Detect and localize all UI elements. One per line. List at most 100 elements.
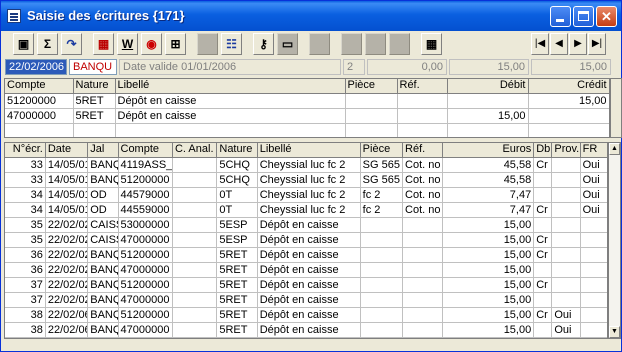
entry-cell[interactable]: 5RET	[73, 108, 116, 124]
calculator-button[interactable]: ▦	[421, 33, 442, 55]
journal-grid-scrollbar[interactable]: ▲ ▼	[608, 142, 621, 339]
journal-col-header[interactable]: Prov.	[551, 143, 581, 158]
journal-cell	[580, 277, 607, 293]
entry-cell[interactable]: 51200000	[5, 93, 74, 109]
journal-col-header[interactable]: Jal	[87, 143, 119, 158]
journal-row[interactable]: 3622/02/02BANQ47000000 5RETDépôt en caiss…	[5, 262, 607, 278]
col-debit[interactable]: Débit	[447, 79, 529, 94]
journal-col-header[interactable]: C. Anal.	[172, 143, 218, 158]
minimize-button[interactable]	[550, 6, 571, 27]
journal-cell: 51200000	[118, 247, 173, 263]
last-record-button[interactable]: ▶|	[588, 33, 606, 55]
journal-col-header[interactable]: Db	[533, 143, 553, 158]
first-record-button[interactable]: |◀	[531, 33, 549, 55]
entry-cell[interactable]	[397, 123, 448, 137]
entry-cell[interactable]	[528, 108, 609, 124]
entry-row[interactable]	[5, 123, 609, 137]
journal-cell	[360, 322, 404, 338]
entry-row[interactable]: 47000000 5RET Dépôt en caisse 15,00	[5, 108, 609, 124]
journal-cell: Cot. no	[402, 202, 444, 218]
col-credit[interactable]: Crédit	[528, 79, 609, 94]
journal-col-header[interactable]: Libellé	[257, 143, 361, 158]
save-button[interactable]: ▣	[13, 33, 34, 55]
journal-cell	[580, 322, 607, 338]
col-libelle[interactable]: Libellé	[115, 79, 346, 94]
entry-cell[interactable]: Dépôt en caisse	[115, 93, 346, 109]
journal-cell	[360, 247, 404, 263]
col-nature[interactable]: Nature	[73, 79, 116, 94]
journal-row[interactable]: 3822/02/06BANQ51200000 5RETDépôt en caiss…	[5, 307, 607, 323]
redo-button[interactable]: ↷	[61, 33, 82, 55]
prev-record-button[interactable]: ◀	[550, 33, 568, 55]
entry-grid[interactable]: Compte Nature Libellé Pièce Réf. Débit C…	[4, 78, 610, 138]
journal-row[interactable]: 3522/02/02CAISS47000000 5ESPDépôt en cais…	[5, 232, 607, 248]
journal-row[interactable]: 3314/05/01BANQ4119ASS_ 5CHQCheyssial luc …	[5, 157, 607, 173]
entry-cell[interactable]: 15,00	[447, 108, 529, 124]
entry-cell[interactable]	[5, 123, 74, 137]
journal-row[interactable]: 3722/02/02BANQ47000000 5RETDépôt en caiss…	[5, 292, 607, 308]
journal-cell: 51200000	[118, 172, 173, 188]
entry-cell[interactable]: 15,00	[528, 93, 609, 109]
entry-cell[interactable]	[345, 123, 398, 137]
entry-cell[interactable]	[397, 108, 448, 124]
maximize-button[interactable]	[573, 6, 594, 27]
journal-cell	[551, 217, 581, 233]
journal-col-header[interactable]: Euros	[442, 143, 535, 158]
entry-cell[interactable]: Dépôt en caisse	[115, 108, 346, 124]
entry-cell[interactable]	[73, 123, 116, 137]
entry-cell[interactable]	[345, 108, 398, 124]
journal-grid[interactable]: N°écr. Date Jal Compte C. Anal. Nature Libellé…	[4, 142, 608, 339]
date-field[interactable]: 22/02/2006	[5, 59, 67, 75]
entry-row[interactable]: 51200000 5RET Dépôt en caisse 15,00	[5, 93, 609, 109]
entry-cell[interactable]	[115, 123, 346, 137]
entry-cell[interactable]	[447, 93, 529, 109]
journal-row[interactable]: 3822/02/06BANQ47000000 5RETDépôt en caiss…	[5, 322, 607, 338]
journal-col-header[interactable]: N°écr.	[5, 143, 46, 158]
view-button[interactable]: ◉	[141, 33, 162, 55]
scroll-up-button[interactable]: ▲	[609, 143, 620, 155]
key-button[interactable]: ⚷	[253, 33, 274, 55]
journal-row[interactable]: 34 14/05/01 OD 44559000 0T Cheyssial luc fc 2…	[5, 202, 607, 218]
entry-cell[interactable]	[345, 93, 398, 109]
journal-cell	[580, 232, 607, 248]
grid-button[interactable]: ▦	[93, 33, 114, 55]
title-bar[interactable]: Saisie des écritures {171} ✕	[1, 1, 621, 31]
journal-cell: Cr	[533, 232, 553, 248]
journal-row[interactable]: 3522/02/02CAISS53000000 5ESPDépôt en cais…	[5, 217, 607, 233]
entry-grid-scrollbar[interactable]	[610, 78, 622, 138]
entry-cell[interactable]	[447, 123, 529, 137]
journal-cell: 5ESP	[216, 217, 258, 233]
entry-cell[interactable]	[528, 123, 609, 137]
scroll-down-button[interactable]: ▼	[609, 326, 620, 338]
journal-row[interactable]: 3314/05/01BANQ51200000 5CHQCheyssial luc …	[5, 172, 607, 188]
journal-row[interactable]: 3622/02/02BANQ51200000 5RETDépôt en caiss…	[5, 247, 607, 263]
next-record-button[interactable]: ▶	[569, 33, 587, 55]
journal-col-header[interactable]: FR	[580, 143, 607, 158]
journal-cell	[360, 232, 404, 248]
journal-cell	[172, 202, 218, 218]
journal-col-header[interactable]: Nature	[216, 143, 258, 158]
journal-col-header[interactable]: Compte	[118, 143, 173, 158]
entry-cell[interactable]: 47000000	[5, 108, 74, 124]
col-piece[interactable]: Pièce	[345, 79, 398, 94]
journal-row[interactable]: 34 14/05/01 OD 44579000 0T Cheyssial luc fc 2…	[5, 187, 607, 203]
close-button[interactable]: ✕	[596, 6, 617, 27]
sum-button[interactable]: Σ	[37, 33, 58, 55]
col-compte[interactable]: Compte	[5, 79, 74, 94]
journal-cell: 34	[5, 202, 46, 218]
first-icon: |◀	[534, 38, 546, 49]
journal-col-header[interactable]: Date	[45, 143, 89, 158]
tree-button[interactable]: ⊞	[165, 33, 186, 55]
col-ref[interactable]: Réf.	[397, 79, 448, 94]
journal-cell	[551, 262, 581, 278]
entry-cell[interactable]	[397, 93, 448, 109]
journal-col-header[interactable]: Pièce	[360, 143, 404, 158]
list-button[interactable]: ☷	[221, 33, 242, 55]
journal-col-header[interactable]: Réf.	[402, 143, 444, 158]
journal-row[interactable]: 3722/02/02BANQ51200000 5RETDépôt en caiss…	[5, 277, 607, 293]
word-button[interactable]: W	[117, 33, 138, 55]
journal-field[interactable]: BANQU	[69, 59, 117, 75]
journal-cell: Cr	[533, 277, 553, 293]
journal-cell: SG 565	[360, 157, 404, 173]
entry-cell[interactable]: 5RET	[73, 93, 116, 109]
